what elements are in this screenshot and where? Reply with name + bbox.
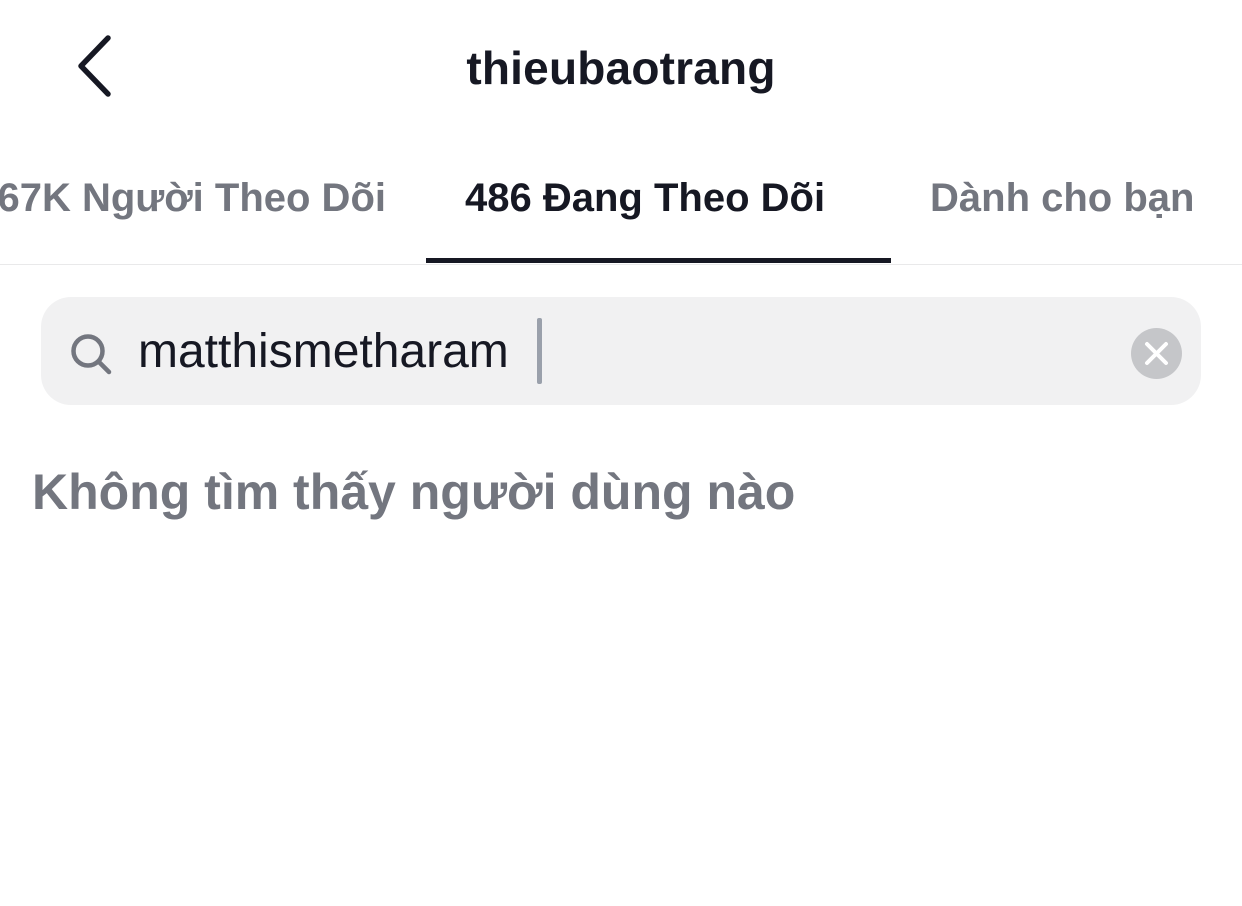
tab-for-you[interactable]: Dành cho bạn — [930, 172, 1194, 224]
page-title: thieubaotrang — [466, 42, 776, 94]
search-icon — [71, 334, 112, 375]
active-tab-indicator — [426, 258, 891, 263]
clear-icon — [1145, 342, 1168, 365]
text-caret — [537, 318, 542, 384]
clear-search-button[interactable] — [1131, 328, 1182, 379]
header: thieubaotrang — [0, 0, 1242, 134]
tab-bar: 67K Người Theo Dõi 486 Đang Theo Dõi Dàn… — [0, 134, 1242, 265]
search-input[interactable] — [138, 320, 1038, 384]
tab-following[interactable]: 486 Đang Theo Dõi — [465, 172, 825, 224]
empty-results-message: Không tìm thấy người dùng nào — [32, 464, 796, 520]
tab-followers[interactable]: 67K Người Theo Dõi — [0, 172, 386, 224]
